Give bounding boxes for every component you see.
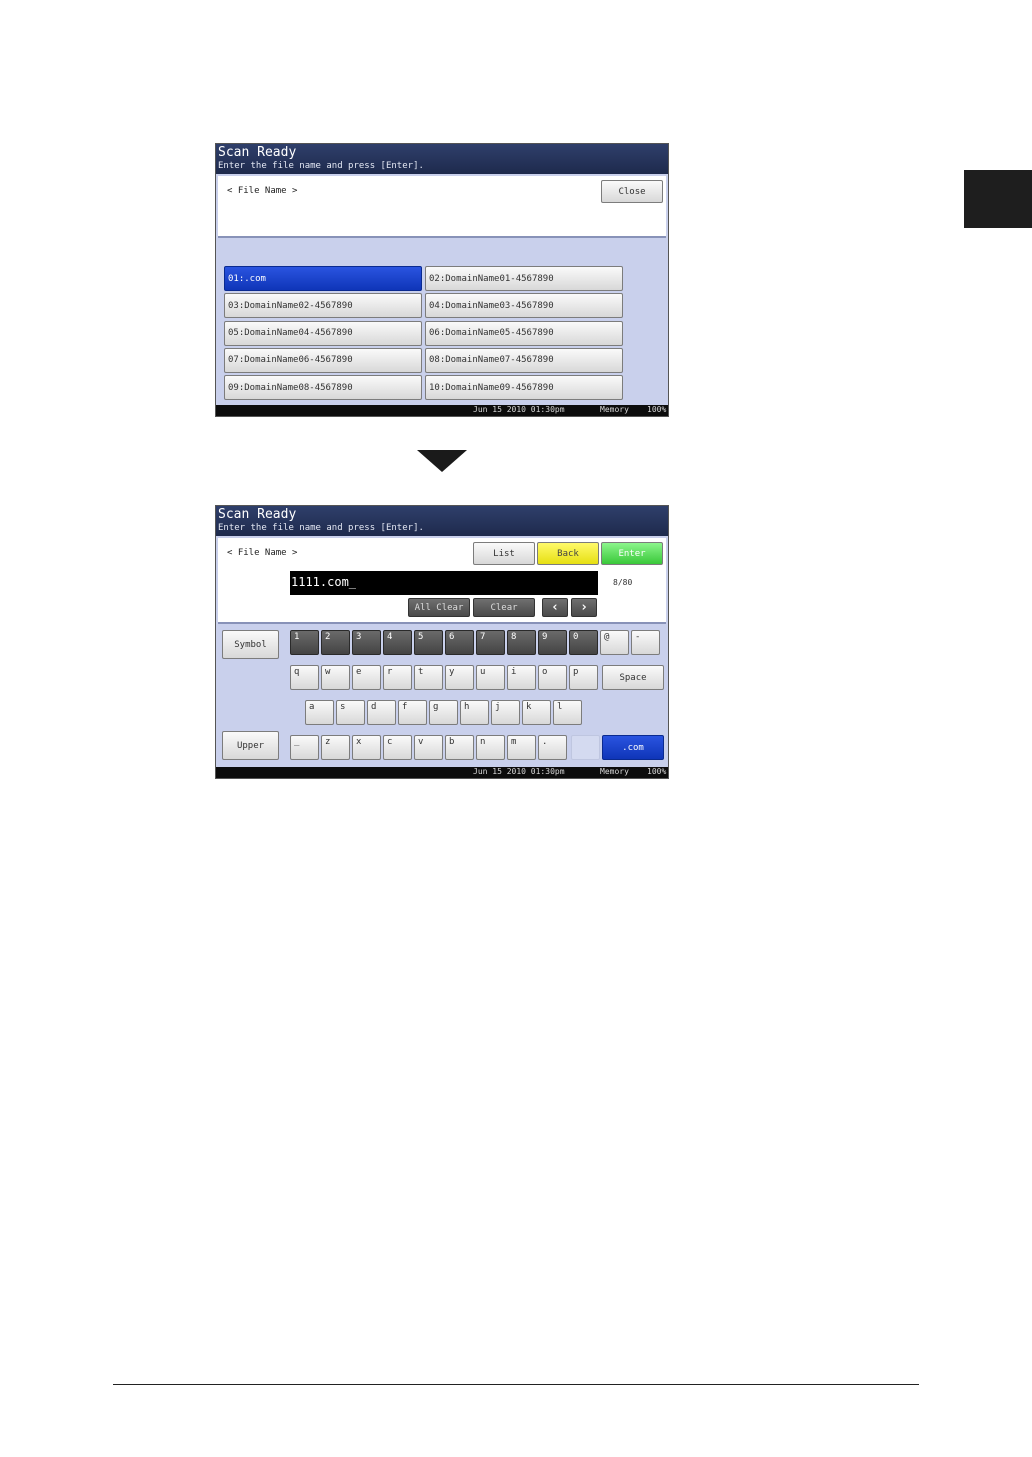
- key[interactable]: c: [383, 735, 412, 760]
- key[interactable]: 4: [383, 630, 412, 655]
- list-button[interactable]: List: [473, 542, 535, 565]
- status-bar: Jun 15 2010 01:30pm Memory 100%: [216, 767, 668, 778]
- close-button[interactable]: Close: [601, 180, 663, 203]
- screen-title: Scan Ready: [218, 145, 297, 160]
- key[interactable]: 5: [414, 630, 443, 655]
- screen-title: Scan Ready: [218, 507, 297, 522]
- status-datetime: Jun 15 2010 01:30pm: [473, 405, 565, 414]
- key[interactable]: f: [398, 700, 427, 725]
- blank-key: [571, 735, 600, 760]
- chapter-tab: [964, 170, 1032, 228]
- title-bar: Scan Ready Enter the file name and press…: [216, 144, 668, 174]
- key[interactable]: 7: [476, 630, 505, 655]
- chevron-right-icon: ›: [580, 600, 588, 615]
- file-entry-button[interactable]: 04:DomainName03-4567890: [425, 293, 623, 319]
- cursor-right-button[interactable]: ›: [571, 598, 597, 617]
- status-bar: Jun 15 2010 01:30pm Memory 100%: [216, 405, 668, 416]
- key[interactable]: a: [305, 700, 334, 725]
- key[interactable]: 9: [538, 630, 567, 655]
- key[interactable]: 3: [352, 630, 381, 655]
- screen-subtitle: Enter the file name and press [Enter].: [218, 161, 424, 171]
- cursor-left-button[interactable]: ‹: [542, 598, 568, 617]
- key[interactable]: i: [507, 665, 536, 690]
- key[interactable]: w: [321, 665, 350, 690]
- key[interactable]: t: [414, 665, 443, 690]
- key[interactable]: 6: [445, 630, 474, 655]
- key[interactable]: z: [321, 735, 350, 760]
- key[interactable]: u: [476, 665, 505, 690]
- key[interactable]: x: [352, 735, 381, 760]
- key[interactable]: o: [538, 665, 567, 690]
- file-entry-button[interactable]: 03:DomainName02-4567890: [224, 293, 422, 319]
- chevron-left-icon: ‹: [551, 600, 559, 615]
- keyboard-screen: Scan Ready Enter the file name and press…: [215, 505, 669, 779]
- file-list-screen: Scan Ready Enter the file name and press…: [215, 143, 669, 417]
- key[interactable]: j: [491, 700, 520, 725]
- file-entry-button[interactable]: 05:DomainName04-4567890: [224, 320, 422, 346]
- status-memory-label: Memory: [600, 405, 629, 414]
- key[interactable]: 2: [321, 630, 350, 655]
- key[interactable]: @: [600, 630, 629, 655]
- down-arrow-icon: [417, 450, 467, 472]
- key[interactable]: 8: [507, 630, 536, 655]
- header-panel: < File Name > Close: [218, 176, 666, 238]
- status-memory-label: Memory: [600, 767, 629, 776]
- status-memory-value: 100%: [647, 405, 667, 414]
- key[interactable]: n: [476, 735, 505, 760]
- file-name-label: < File Name >: [227, 548, 298, 558]
- key[interactable]: l: [553, 700, 582, 725]
- file-entry-button[interactable]: 09:DomainName08-4567890: [224, 375, 422, 401]
- file-entry-button[interactable]: 07:DomainName06-4567890: [224, 347, 422, 373]
- key[interactable]: _: [290, 735, 319, 760]
- file-name-label: < File Name >: [227, 186, 298, 196]
- symbol-button[interactable]: Symbol: [222, 630, 279, 659]
- char-counter: 8/80: [613, 578, 633, 587]
- key[interactable]: s: [336, 700, 365, 725]
- file-entry-button[interactable]: 08:DomainName07-4567890: [425, 347, 623, 373]
- file-entry-button[interactable]: 01:.com: [224, 266, 422, 291]
- file-entry-button[interactable]: 10:DomainName09-4567890: [425, 375, 623, 401]
- key[interactable]: 1: [290, 630, 319, 655]
- key[interactable]: m: [507, 735, 536, 760]
- back-button[interactable]: Back: [537, 542, 599, 565]
- footer-rule: [113, 1384, 919, 1385]
- key[interactable]: h: [460, 700, 489, 725]
- key[interactable]: v: [414, 735, 443, 760]
- key[interactable]: 0: [569, 630, 598, 655]
- upper-button[interactable]: Upper: [222, 731, 279, 760]
- key[interactable]: q: [290, 665, 319, 690]
- status-memory-value: 100%: [647, 767, 667, 776]
- key[interactable]: .: [538, 735, 567, 760]
- clear-button[interactable]: Clear: [473, 598, 535, 617]
- key[interactable]: d: [367, 700, 396, 725]
- key[interactable]: r: [383, 665, 412, 690]
- key[interactable]: g: [429, 700, 458, 725]
- space-key[interactable]: Space: [602, 665, 664, 690]
- key[interactable]: -: [631, 630, 660, 655]
- file-entry-button[interactable]: 06:DomainName05-4567890: [425, 320, 623, 346]
- title-bar: Scan Ready Enter the file name and press…: [216, 506, 668, 536]
- key[interactable]: p: [569, 665, 598, 690]
- screen-subtitle: Enter the file name and press [Enter].: [218, 523, 424, 533]
- file-entry-button[interactable]: 02:DomainName01-4567890: [425, 266, 623, 291]
- dotcom-key[interactable]: .com: [602, 735, 664, 760]
- file-name-input[interactable]: 1111.com_: [290, 571, 598, 595]
- key[interactable]: b: [445, 735, 474, 760]
- key[interactable]: y: [445, 665, 474, 690]
- key[interactable]: k: [522, 700, 551, 725]
- status-datetime: Jun 15 2010 01:30pm: [473, 767, 565, 776]
- key[interactable]: e: [352, 665, 381, 690]
- all-clear-button[interactable]: All Clear: [408, 598, 470, 617]
- enter-button[interactable]: Enter: [601, 542, 663, 565]
